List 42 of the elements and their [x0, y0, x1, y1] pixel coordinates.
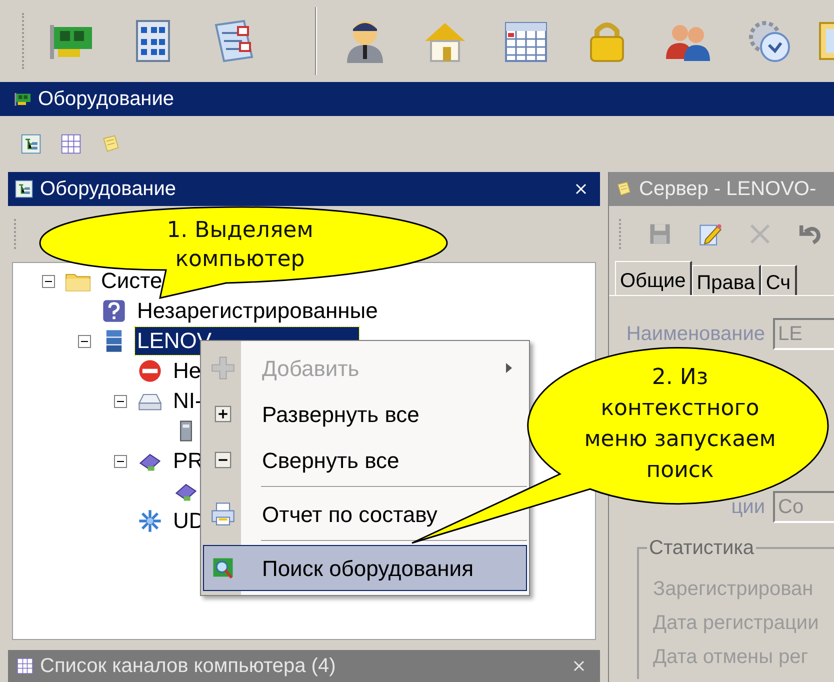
- window-title: Оборудование: [38, 87, 174, 112]
- menu-item[interactable]: Поиск оборудования: [203, 545, 527, 591]
- grid-icon[interactable]: [60, 133, 82, 155]
- tree-item[interactable]: Не: [171, 357, 204, 385]
- network-icon: [137, 508, 163, 534]
- tree-item[interactable]: Систе: [99, 267, 164, 295]
- tree-item[interactable]: Незарегистрированные: [135, 297, 380, 325]
- circuit-board-icon: [14, 90, 32, 108]
- expander[interactable]: [42, 274, 54, 288]
- stop-sign-icon: [137, 358, 163, 384]
- expander[interactable]: [78, 334, 90, 348]
- panel-title: Сервер - LENOVO-: [639, 177, 816, 202]
- tree-item[interactable]: NI-: [171, 387, 204, 415]
- callout-text: 1. Выделяем: [166, 217, 314, 245]
- tree-view-icon[interactable]: [20, 133, 42, 155]
- menu-item[interactable]: Свернуть все: [203, 437, 527, 483]
- tab[interactable]: Сч: [760, 265, 797, 295]
- menu-item[interactable]: Развернуть все: [203, 391, 527, 437]
- field-label: Зарегистрирован: [653, 577, 814, 601]
- menu-item[interactable]: Отчет по составу: [203, 491, 527, 537]
- panel-title: Список каналов компьютера (4): [40, 654, 337, 679]
- callout-text: 2. Из: [652, 364, 708, 392]
- submenu-arrow-icon: [506, 363, 512, 373]
- panel-title: Оборудование: [40, 177, 178, 202]
- field-label: Дата регистрации: [653, 611, 820, 635]
- tree-view-icon: [14, 179, 34, 199]
- note-icon: [615, 180, 633, 198]
- callout-text: компьютер: [175, 246, 305, 274]
- expander[interactable]: [114, 454, 126, 468]
- callout-text: поиск: [646, 457, 714, 485]
- field-label: Наименование: [625, 322, 765, 346]
- callout-text: контекстного: [600, 395, 760, 423]
- tab[interactable]: Права: [692, 265, 761, 295]
- callout-text: меню запускаем: [584, 426, 776, 454]
- expander[interactable]: [114, 394, 126, 408]
- printer-icon: [210, 501, 236, 527]
- tab[interactable]: Общие: [615, 261, 692, 295]
- field-label: Дата отмены рег: [653, 645, 810, 669]
- question-mark-icon: [101, 298, 127, 324]
- grid-icon: [16, 657, 34, 675]
- plus-icon: [210, 355, 236, 381]
- field-label: ции: [730, 495, 765, 519]
